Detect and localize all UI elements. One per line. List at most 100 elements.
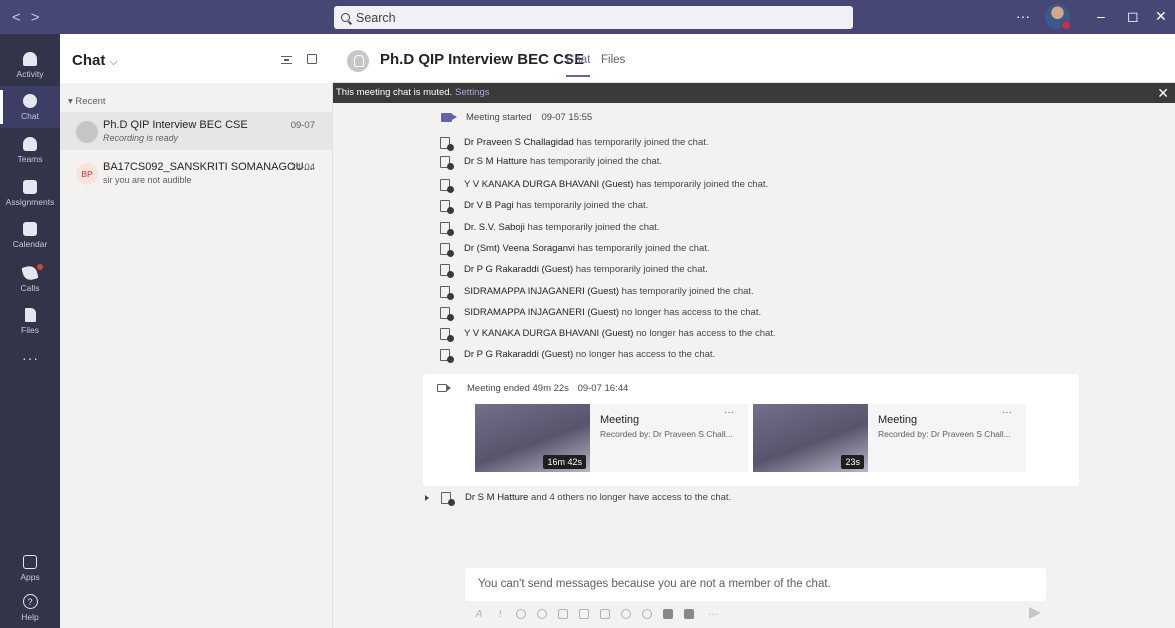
event-person[interactable]: Dr. S.V. Saboji xyxy=(464,222,525,233)
recording-card[interactable]: 23s Meeting Recorded by: Dr Praveen S Ch… xyxy=(753,404,1026,472)
event-text: has temporarily joined the chat. xyxy=(575,264,708,275)
maximize-icon[interactable]: ◻ xyxy=(1127,8,1139,25)
expand-arrow-icon[interactable] xyxy=(425,494,429,501)
close-icon[interactable]: ✕ xyxy=(1155,8,1167,25)
event-person[interactable]: SIDRAMAPPA INJAGANERI (Guest) xyxy=(464,286,619,297)
chat-date: 24-04 xyxy=(290,162,315,173)
app-bar-calls[interactable]: Calls xyxy=(0,258,60,300)
event-row: SIDRAMAPPA INJAGANERI (Guest) has tempor… xyxy=(440,283,754,300)
more-apps-icon[interactable]: ··· xyxy=(22,350,39,366)
meet-now-icon xyxy=(600,609,610,619)
app-bar-help[interactable]: ? Help xyxy=(0,587,60,628)
meeting-avatar-icon xyxy=(76,121,98,143)
filter-icon[interactable] xyxy=(281,56,292,64)
muted-banner: This meeting chat is muted. Settings ✕ xyxy=(333,83,1175,103)
app-label: Teams xyxy=(17,153,43,164)
app-label: Calendar xyxy=(12,238,48,249)
meeting-avatar-icon xyxy=(347,50,369,72)
more-options-icon[interactable]: ··· xyxy=(1002,407,1012,418)
video-camera-icon xyxy=(441,113,457,122)
meeting-ended-text: Meeting ended 49m 22s 09-07 16:44 xyxy=(467,383,628,394)
event-row: SIDRAMAPPA INJAGANERI (Guest) no longer … xyxy=(440,304,761,321)
app-bar-calendar[interactable]: Calendar xyxy=(0,214,60,256)
tab-files[interactable]: Files xyxy=(601,54,625,66)
event-row: Dr V B Pagi has temporarily joined the c… xyxy=(440,197,648,214)
recording-card[interactable]: 16m 42s Meeting Recorded by: Dr Praveen … xyxy=(475,404,748,472)
forward-arrow-icon[interactable]: > xyxy=(31,9,50,26)
event-row: Dr P G Rakaraddi (Guest) has temporarily… xyxy=(440,261,708,278)
more-options-icon[interactable]: ··· xyxy=(1016,8,1030,24)
app-bar-apps[interactable]: Apps xyxy=(0,547,60,589)
minimize-icon[interactable]: – xyxy=(1097,8,1105,24)
event-person[interactable]: Y V KANAKA DURGA BHAVANI (Guest) xyxy=(464,179,633,190)
event-text: has temporarily joined the chat. xyxy=(530,156,663,167)
event-person[interactable]: Dr (Smt) Veena Soraganvi xyxy=(464,243,575,254)
event-row: Dr S M Hatture has temporarily joined th… xyxy=(440,153,662,170)
chat-name: Ph.D QIP Interview BEC CSE xyxy=(103,119,248,131)
event-person[interactable]: Y V KANAKA DURGA BHAVANI (Guest) xyxy=(464,328,633,339)
chat-preview: sir you are not audible xyxy=(103,175,192,185)
video-camera-icon xyxy=(437,384,451,392)
event-timestamp: 09-07 15:55 xyxy=(541,112,593,123)
recording-duration: 16m 42s xyxy=(543,455,586,469)
event-person[interactable]: Dr P G Rakaraddi (Guest) xyxy=(464,349,573,360)
recent-section-label[interactable]: ▾ Recent xyxy=(68,96,106,107)
tab-chat[interactable]: Chat xyxy=(566,54,591,77)
app-bar: Activity Chat Teams Assignments Calendar… xyxy=(0,34,60,628)
chat-list-item[interactable]: BP BA17CS092_SANSKRITI SOMANAGOU... sir … xyxy=(60,154,333,192)
event-person[interactable]: Dr S M Hatture xyxy=(465,492,528,503)
app-bar-teams[interactable]: Teams xyxy=(0,129,60,171)
collapsed-events-row[interactable]: Dr S M Hatture and 4 others no longer ha… xyxy=(425,489,731,506)
recording-title: Meeting xyxy=(878,414,918,426)
participant-event-icon xyxy=(440,285,454,300)
new-chat-icon[interactable] xyxy=(307,54,317,64)
gif-icon xyxy=(558,609,568,619)
more-options-icon[interactable]: ··· xyxy=(724,407,734,418)
teams-icon xyxy=(23,136,37,151)
conversation-header: Ph.D QIP Interview BEC CSE Chat Files xyxy=(333,34,1175,83)
event-row: Dr P G Rakaraddi (Guest) no longer has a… xyxy=(440,346,715,363)
help-icon: ? xyxy=(22,594,38,609)
bell-icon xyxy=(23,51,37,66)
event-text: has temporarily joined the chat. xyxy=(636,179,769,190)
app-bar-files[interactable]: Files xyxy=(0,300,60,342)
chat-list-title[interactable]: Chat ⌵ xyxy=(72,52,118,69)
participant-event-icon xyxy=(440,155,454,170)
event-row: Dr (Smt) Veena Soraganvi has temporarily… xyxy=(440,240,710,257)
event-row: Y V KANAKA DURGA BHAVANI (Guest) has tem… xyxy=(440,176,768,193)
event-text: no longer has access to the chat. xyxy=(621,307,762,318)
chat-preview: Recording is ready xyxy=(103,133,179,143)
chat-list-header: Chat ⌵ xyxy=(60,34,333,83)
meeting-ended-time: 09-07 16:44 xyxy=(577,383,629,394)
app-bar-activity[interactable]: Activity xyxy=(0,44,60,86)
event-person[interactable]: Dr P G Rakaraddi (Guest) xyxy=(464,264,573,275)
event-person[interactable]: Dr S M Hatture xyxy=(464,156,527,167)
settings-link[interactable]: Settings xyxy=(455,87,489,98)
event-person[interactable]: Dr Praveen S Challagidad xyxy=(464,137,574,148)
chat-name: BA17CS092_SANSKRITI SOMANAGOU... xyxy=(103,161,313,173)
app-label: Help xyxy=(21,612,39,622)
recording-duration: 23s xyxy=(841,455,864,469)
app-bar-chat[interactable]: Chat xyxy=(0,86,60,128)
recording-author: Recorded by: Dr Praveen S Chall... xyxy=(600,429,733,439)
event-text: no longer has access to the chat. xyxy=(575,349,716,360)
event-person[interactable]: SIDRAMAPPA INJAGANERI (Guest) xyxy=(464,307,619,318)
recording-thumbnail[interactable]: 16m 42s xyxy=(475,404,590,472)
avatar-initials: BP xyxy=(81,169,93,179)
app-label: Activity xyxy=(16,68,44,79)
back-arrow-icon[interactable]: < xyxy=(12,9,31,26)
app-label: Chat xyxy=(21,110,39,121)
search-input[interactable]: Search xyxy=(334,6,853,29)
conversation-title: Ph.D QIP Interview BEC CSE xyxy=(380,51,584,68)
profile-avatar[interactable] xyxy=(1045,4,1071,30)
event-text: has temporarily joined the chat. xyxy=(621,286,754,297)
event-person[interactable]: Dr V B Pagi xyxy=(464,200,514,211)
emoji-icon xyxy=(537,609,547,619)
recording-thumbnail[interactable]: 23s xyxy=(753,404,868,472)
app-bar-assignments[interactable]: Assignments xyxy=(0,172,60,214)
chat-list-item[interactable]: Ph.D QIP Interview BEC CSE Recording is … xyxy=(60,112,333,150)
forms-icon xyxy=(663,609,673,619)
chat-date: 09-07 xyxy=(290,120,315,131)
event-text: Meeting started xyxy=(466,112,532,123)
close-icon[interactable]: ✕ xyxy=(1157,85,1169,101)
